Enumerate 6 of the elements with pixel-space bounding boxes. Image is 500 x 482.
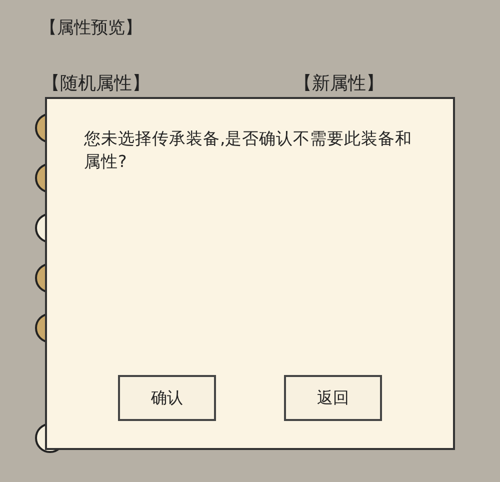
column-heading: 【新属性】 [294,72,384,94]
section-title: 【属性预览】 [40,17,142,40]
dialog-button[interactable]: 返回 [284,375,382,421]
dialog-button[interactable]: 确认 [118,375,216,421]
dialog-message: 您未选择传承装备,是否确认不需要此装备和属性? [84,128,413,173]
column-heading: 【随机属性】 [42,72,150,94]
